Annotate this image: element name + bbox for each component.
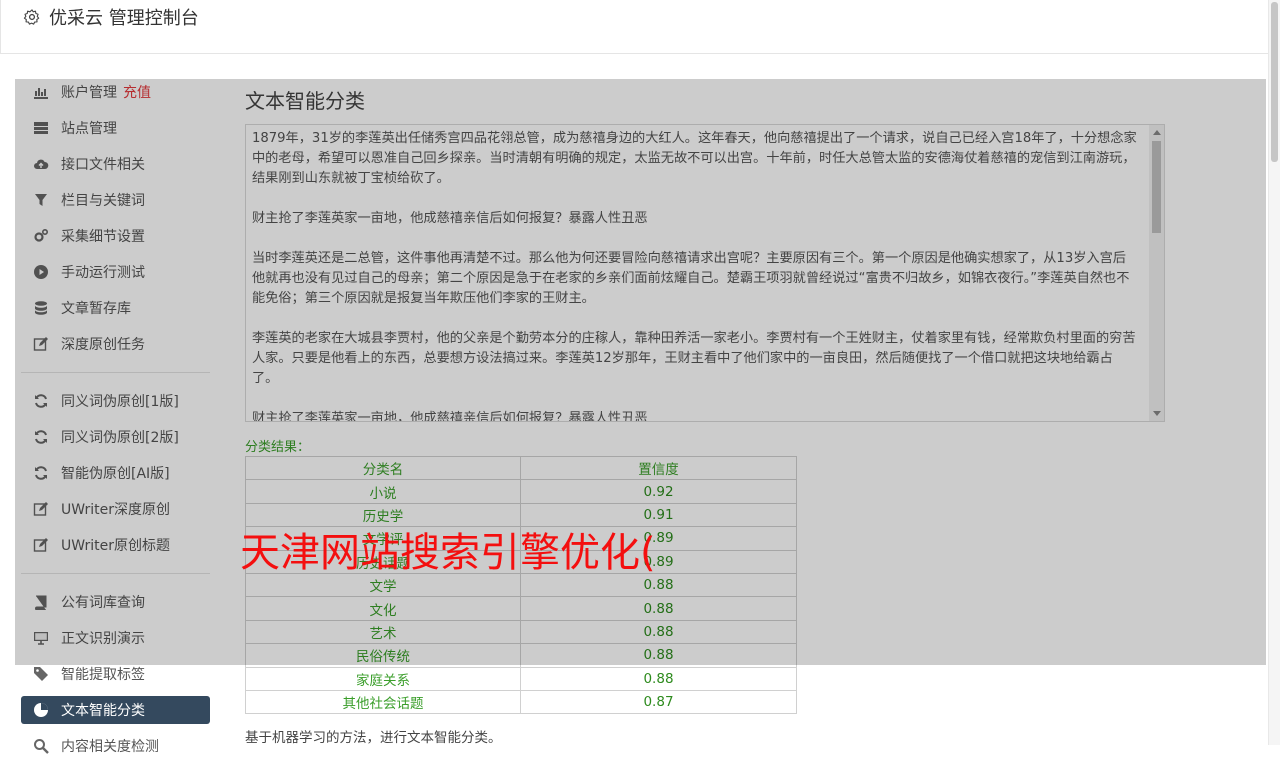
sidebar-item-label: 文本智能分类 [61,703,145,719]
confidence-cell: 0.88 [520,666,797,691]
sidebar-item-relevance-check[interactable]: 内容相关度检测 [21,732,210,760]
sidebar-item-text-classify[interactable]: 文本智能分类 [21,696,210,724]
search-icon [34,739,49,754]
sidebar-item-label: 智能提取标签 [61,667,145,683]
page-scrollbar[interactable] [1268,0,1280,745]
app-title-text: 优采云 管理控制台 [49,8,199,29]
confidence-cell: 0.87 [520,689,797,715]
sidebar-item-label: 内容相关度检测 [61,739,159,755]
app-title: 优采云 管理控制台 [23,4,199,30]
watermark-text: 天津网站搜索引擎优化( [240,530,656,576]
tag-icon [34,667,48,681]
category-cell: 家庭关系 [245,666,521,691]
footnote: 基于机器学习的方法，进行文本智能分类。 [245,730,502,746]
page-scrollbar-thumb[interactable] [1271,2,1278,162]
pie-chart-icon [34,703,48,717]
category-cell: 其他社会话题 [245,689,521,715]
gear-icon [23,9,40,25]
top-bar: 优采云 管理控制台 [0,0,1269,54]
table-row: 其他社会话题 0.87 [245,689,797,715]
table-row: 家庭关系 0.88 [245,666,797,691]
